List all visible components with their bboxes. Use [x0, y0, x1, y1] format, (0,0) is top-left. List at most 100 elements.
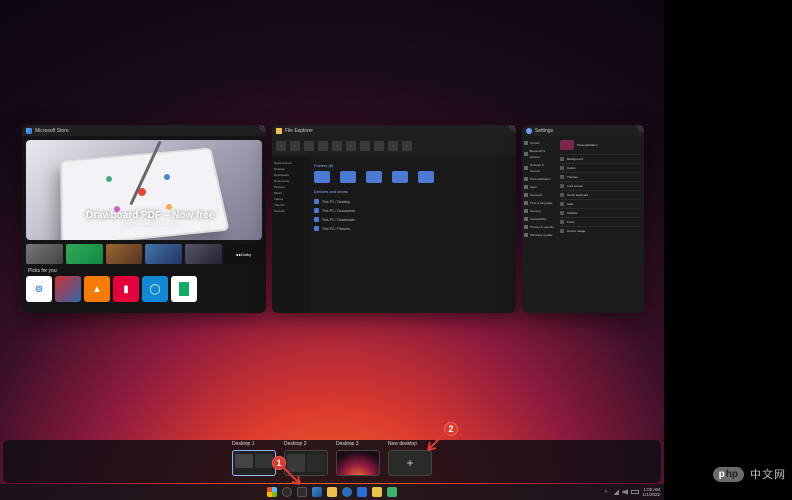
sidebar-item[interactable]: Time & language — [524, 200, 554, 206]
option-icon — [560, 211, 564, 215]
settings-option[interactable]: Background — [560, 154, 640, 163]
plus-icon: + — [406, 456, 413, 470]
store-app-tile[interactable]: ▲ — [84, 276, 110, 302]
ribbon-button[interactable] — [276, 141, 286, 151]
sidebar-item[interactable]: Accounts — [524, 192, 554, 198]
window-titlebar[interactable]: Settings — [522, 125, 644, 136]
system-tray[interactable]: ˄ 1:00 AM 1/1/2022 — [604, 487, 660, 497]
nav-icon — [524, 233, 528, 237]
explorer-ribbon[interactable] — [272, 136, 516, 156]
drive-icon — [314, 199, 319, 204]
desktop-thumbnail-1[interactable] — [232, 450, 276, 476]
virtual-desktop-strip: Desktop 1 Desktop 2 Desktop 3 New deskto… — [3, 440, 661, 483]
clock[interactable]: 1:00 AM 1/1/2022 — [642, 487, 660, 497]
nav-icon — [524, 201, 528, 205]
store-picks-label: Picks for you — [22, 264, 266, 276]
ribbon-button[interactable] — [318, 141, 328, 151]
store-hero[interactable]: Drawboard PDF – Now free Easy PDF markup… — [26, 140, 262, 240]
settings-sidebar[interactable]: System Bluetooth & devices Network & int… — [522, 136, 556, 313]
sidebar-item[interactable]: Network — [274, 208, 308, 214]
section-header[interactable]: Folders (6) — [314, 163, 512, 168]
folder-tile[interactable] — [366, 171, 382, 183]
window-titlebar[interactable]: File Explorer — [272, 125, 516, 136]
option-icon — [560, 193, 564, 197]
window-microsoft-store[interactable]: Microsoft Store × Drawboard PDF – Now fr… — [22, 125, 266, 313]
sidebar-item[interactable]: Privacy & security — [524, 224, 554, 230]
network-icon[interactable] — [613, 489, 619, 495]
folder-tile[interactable] — [314, 171, 330, 183]
app-icon[interactable] — [372, 487, 382, 497]
ribbon-button[interactable] — [388, 141, 398, 151]
window-file-explorer[interactable]: File Explorer × Quick access Desktop — [272, 125, 516, 313]
battery-icon[interactable] — [631, 490, 639, 494]
chevron-up-icon[interactable]: ˄ — [604, 489, 610, 495]
ribbon-button[interactable] — [304, 141, 314, 151]
theme-swatch[interactable] — [560, 140, 574, 150]
store-app-tile[interactable] — [55, 276, 81, 302]
sidebar-item[interactable]: Accessibility — [524, 216, 554, 222]
explorer-sidebar[interactable]: Quick access Desktop Downloads Documents… — [272, 156, 310, 313]
edge-icon[interactable] — [342, 487, 352, 497]
store-icon[interactable] — [357, 487, 367, 497]
sidebar-item[interactable]: Gaming — [524, 208, 554, 214]
ribbon-button[interactable] — [402, 141, 412, 151]
store-thumb[interactable] — [26, 244, 63, 264]
option-icon — [560, 175, 564, 179]
task-view-icon[interactable] — [297, 487, 307, 497]
folder-tile[interactable] — [392, 171, 408, 183]
settings-option[interactable]: Touch keyboard — [560, 190, 640, 199]
list-item[interactable]: This PC / Desktop — [314, 197, 512, 206]
volume-icon[interactable] — [622, 489, 628, 495]
nav-icon — [524, 177, 528, 181]
section-header[interactable]: Devices and drives — [314, 189, 512, 194]
sidebar-item[interactable]: Bluetooth & devices — [524, 148, 554, 160]
sidebar-item[interactable]: System — [524, 140, 554, 146]
store-app-tile[interactable]: ▮ — [113, 276, 139, 302]
store-app-tile[interactable]: ◯ — [142, 276, 168, 302]
store-thumb[interactable] — [145, 244, 182, 264]
sidebar-item[interactable]: Windows Update — [524, 232, 554, 238]
list-item[interactable]: This PC / Downloads — [314, 215, 512, 224]
list-item[interactable]: This PC / Pictures — [314, 224, 512, 233]
settings-option[interactable]: Themes — [560, 172, 640, 181]
explorer-icon[interactable] — [327, 487, 337, 497]
store-icon — [26, 128, 32, 134]
gear-icon — [526, 128, 532, 134]
sidebar-item[interactable]: Network & internet — [524, 162, 554, 174]
folder-tile[interactable] — [340, 171, 356, 183]
settings-content[interactable]: Personalization Background Colors Themes… — [556, 136, 644, 313]
settings-option[interactable]: Taskbar — [560, 208, 640, 217]
settings-option[interactable]: Device usage — [560, 226, 640, 235]
store-thumb[interactable] — [106, 244, 143, 264]
app-icon[interactable] — [387, 487, 397, 497]
explorer-content[interactable]: Folders (6) Devices and drives This PC /… — [310, 156, 516, 313]
store-thumb[interactable] — [185, 244, 222, 264]
settings-option[interactable]: Lock screen — [560, 181, 640, 190]
ribbon-button[interactable] — [374, 141, 384, 151]
window-titlebar[interactable]: Microsoft Store — [22, 125, 266, 136]
settings-option[interactable]: Start — [560, 199, 640, 208]
store-app-tile[interactable]: ⊚ — [26, 276, 52, 302]
store-thumb[interactable]: ∎∎Dolby — [225, 244, 262, 264]
folder-tile[interactable] — [418, 171, 434, 183]
ribbon-button[interactable] — [290, 141, 300, 151]
widgets-icon[interactable] — [312, 487, 322, 497]
list-item[interactable]: This PC / Documents — [314, 206, 512, 215]
sidebar-item[interactable]: Apps — [524, 184, 554, 190]
option-icon — [560, 202, 564, 206]
window-settings[interactable]: Settings × System Bluetooth & devices Ne… — [522, 125, 644, 313]
taskbar[interactable]: ˄ 1:00 AM 1/1/2022 — [0, 484, 664, 500]
ribbon-button[interactable] — [360, 141, 370, 151]
store-app-tile[interactable] — [171, 276, 197, 302]
sidebar-item[interactable]: Personalization — [524, 176, 554, 182]
settings-option[interactable]: Fonts — [560, 217, 640, 226]
store-thumb-strip[interactable]: ∎∎Dolby — [22, 244, 266, 264]
ribbon-button[interactable] — [346, 141, 356, 151]
store-thumb[interactable] — [66, 244, 103, 264]
settings-option[interactable]: Colors — [560, 163, 640, 172]
desktop-thumbnail-3[interactable] — [336, 450, 380, 476]
search-icon[interactable] — [282, 487, 292, 497]
start-icon[interactable] — [267, 487, 277, 497]
annotation-1: 1 — [272, 456, 286, 470]
ribbon-button[interactable] — [332, 141, 342, 151]
